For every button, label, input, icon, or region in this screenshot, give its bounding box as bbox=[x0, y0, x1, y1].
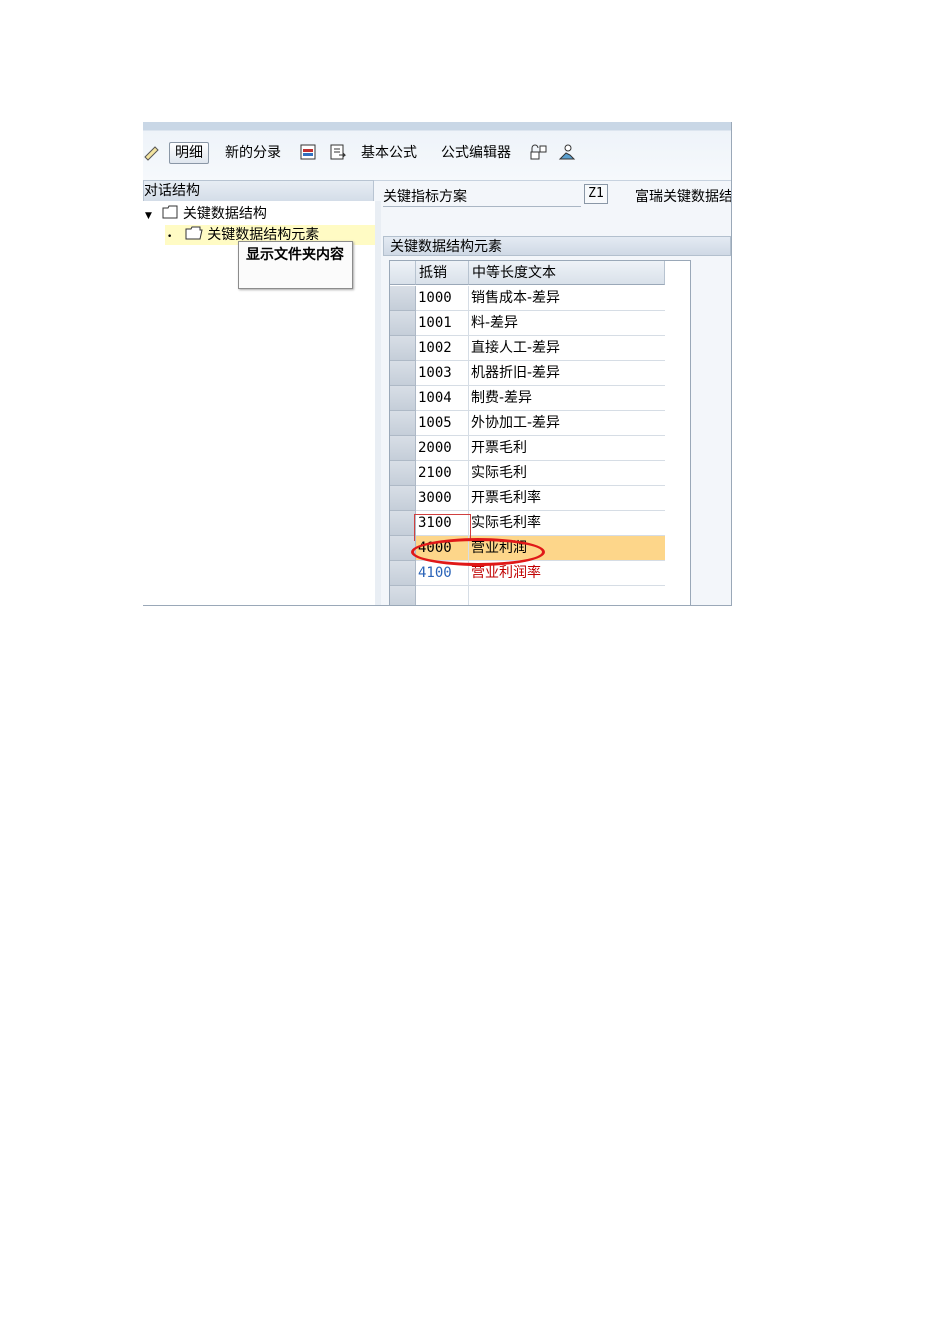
offset-cell[interactable]: 2000 bbox=[416, 436, 469, 460]
tooltip: 显示文件夹内容 bbox=[238, 241, 353, 289]
row-selector[interactable] bbox=[390, 586, 416, 605]
table-row[interactable]: 1004 制费-差异 bbox=[416, 386, 665, 411]
edit-icon[interactable] bbox=[143, 143, 161, 161]
save-local-icon[interactable] bbox=[299, 143, 317, 161]
key-figure-scheme-field[interactable]: Z1 bbox=[584, 184, 608, 204]
text-cell[interactable]: 销售成本-差异 bbox=[469, 286, 667, 310]
offset-cell[interactable]: 1002 bbox=[416, 336, 469, 360]
detail-button[interactable]: 明细 bbox=[169, 142, 209, 164]
key-figure-scheme-label: 关键指标方案 bbox=[383, 189, 467, 205]
offset-cell[interactable]: 1004 bbox=[416, 386, 469, 410]
annotation-circle bbox=[411, 538, 545, 566]
row-selector[interactable] bbox=[390, 411, 416, 436]
dialog-structure-header: 对话结构 bbox=[143, 180, 374, 202]
new-entry-button[interactable]: 新的分录 bbox=[225, 142, 281, 164]
row-selector[interactable] bbox=[390, 311, 416, 336]
text-cell[interactable]: 开票毛利率 bbox=[469, 486, 667, 510]
screenshot-frame: 明细 新的分录 基本公式 公式编辑器 对话结构 ▼ 关键数据结构 • 关键数据结… bbox=[143, 122, 732, 606]
row-selector[interactable] bbox=[390, 386, 416, 411]
offset-cell[interactable]: 1001 bbox=[416, 311, 469, 335]
panel-title: 关键数据结构元素 bbox=[383, 236, 731, 256]
select-all-cell[interactable] bbox=[390, 261, 416, 285]
column-header-offset[interactable]: 抵销 bbox=[416, 261, 469, 285]
open-folder-icon bbox=[185, 226, 203, 240]
text-cell[interactable] bbox=[469, 586, 667, 605]
offset-cell[interactable] bbox=[416, 586, 469, 605]
basic-formula-button[interactable]: 基本公式 bbox=[361, 142, 417, 164]
table-row[interactable]: 1002 直接人工-差异 bbox=[416, 336, 665, 361]
key-figure-underline bbox=[383, 206, 581, 207]
application-toolbar: 明细 新的分录 基本公式 公式编辑器 bbox=[143, 122, 731, 181]
tree-node-root[interactable]: ▼ 关键数据结构 bbox=[145, 204, 267, 224]
column-header-text[interactable]: 中等长度文本 bbox=[469, 261, 665, 285]
row-selector[interactable] bbox=[390, 336, 416, 361]
bullet-icon: • bbox=[167, 232, 173, 242]
text-cell[interactable]: 实际毛利 bbox=[469, 461, 667, 485]
offset-cell[interactable]: 1003 bbox=[416, 361, 469, 385]
table-row[interactable]: 2100 实际毛利 bbox=[416, 461, 665, 486]
table-row[interactable]: 1001 料-差异 bbox=[416, 311, 665, 336]
row-selector[interactable] bbox=[390, 436, 416, 461]
row-selector[interactable] bbox=[390, 486, 416, 511]
key-figure-scheme-description: 富瑞关键数据结 bbox=[635, 189, 732, 205]
user-icon[interactable] bbox=[558, 143, 576, 161]
offset-cell[interactable]: 3000 bbox=[416, 486, 469, 510]
offset-cell[interactable]: 2100 bbox=[416, 461, 469, 485]
text-cell[interactable]: 制费-差异 bbox=[469, 386, 667, 410]
row-selector[interactable] bbox=[390, 461, 416, 486]
formula-editor-button[interactable]: 公式编辑器 bbox=[441, 142, 511, 164]
table-row[interactable]: 1000 销售成本-差异 bbox=[416, 286, 665, 311]
export-icon[interactable] bbox=[329, 143, 347, 161]
text-cell[interactable]: 开票毛利 bbox=[469, 436, 667, 460]
annotation-bracket bbox=[414, 514, 471, 541]
row-selector[interactable] bbox=[390, 511, 416, 536]
offset-cell[interactable]: 1000 bbox=[416, 286, 469, 310]
table-row[interactable]: 3000 开票毛利率 bbox=[416, 486, 665, 511]
offset-cell[interactable]: 1005 bbox=[416, 411, 469, 435]
table-row[interactable]: 1005 外协加工-差异 bbox=[416, 411, 665, 436]
pane-splitter[interactable] bbox=[375, 201, 381, 605]
lock-icon[interactable] bbox=[529, 143, 547, 161]
text-cell[interactable]: 机器折旧-差异 bbox=[469, 361, 667, 385]
row-selector[interactable] bbox=[390, 361, 416, 386]
text-cell[interactable]: 实际毛利率 bbox=[469, 511, 667, 535]
text-cell[interactable]: 外协加工-差异 bbox=[469, 411, 667, 435]
row-selector[interactable] bbox=[390, 561, 416, 586]
tooltip-text: 显示文件夹内容 bbox=[246, 247, 344, 263]
table-row[interactable]: 2000 开票毛利 bbox=[416, 436, 665, 461]
text-cell[interactable]: 料-差异 bbox=[469, 311, 667, 335]
text-cell[interactable]: 直接人工-差异 bbox=[469, 336, 667, 360]
table-row[interactable] bbox=[416, 586, 667, 605]
row-selector[interactable] bbox=[390, 286, 416, 311]
table-row[interactable]: 1003 机器折旧-差异 bbox=[416, 361, 665, 386]
tree-node-root-label: 关键数据结构 bbox=[182, 206, 267, 222]
folder-icon bbox=[162, 205, 178, 219]
expand-triangle-icon[interactable]: ▼ bbox=[145, 211, 152, 221]
dialog-structure-title: 对话结构 bbox=[144, 183, 200, 199]
